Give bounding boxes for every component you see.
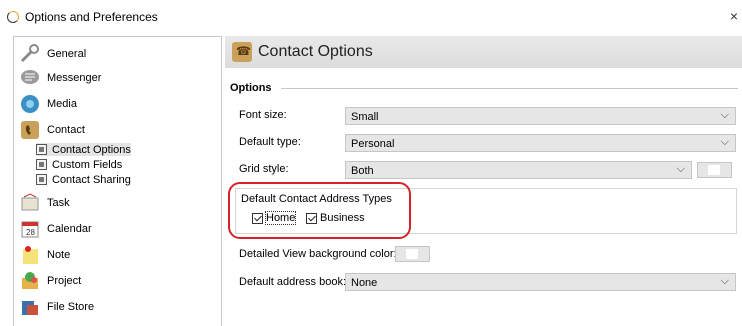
sidebar-item-note[interactable]: Note bbox=[19, 244, 70, 266]
sidebar-item-messenger[interactable]: Messenger bbox=[19, 67, 101, 89]
wrench-icon bbox=[19, 43, 41, 65]
font-size-label: Font size: bbox=[239, 109, 287, 121]
window-title: Options and Preferences bbox=[25, 10, 158, 24]
sidebar-item-label: General bbox=[47, 48, 87, 60]
default-address-book-value: None bbox=[351, 277, 378, 289]
svg-text:28: 28 bbox=[26, 228, 35, 237]
media-icon bbox=[19, 93, 41, 115]
sidebar-item-label: Messenger bbox=[47, 72, 102, 84]
fields-icon bbox=[36, 159, 47, 170]
phone-book-icon bbox=[19, 119, 41, 141]
project-icon bbox=[19, 270, 41, 292]
chevron-down-icon: ⌵ bbox=[720, 275, 729, 287]
sidebar-subitem-contact-options[interactable]: Contact Options bbox=[36, 143, 131, 156]
sidebar-item-media[interactable]: Media bbox=[19, 93, 77, 115]
sidebar-item-contact[interactable]: Contact bbox=[19, 119, 85, 141]
color-swatch bbox=[708, 165, 720, 175]
chevron-down-icon: ⌵ bbox=[720, 109, 729, 121]
sidebar-subitem-custom-fields[interactable]: Custom Fields bbox=[36, 158, 122, 171]
sidebar-subitem-label: Contact Sharing bbox=[52, 173, 131, 186]
detailed-bg-color-picker[interactable] bbox=[395, 246, 430, 262]
default-type-select[interactable]: Personal ⌵ bbox=[345, 134, 736, 152]
default-address-book-label: Default address book: bbox=[239, 276, 347, 288]
sidebar-subitem-label: Contact Options bbox=[52, 143, 131, 156]
sidebar-item-label: Task bbox=[47, 197, 70, 209]
sidebar-item-file-store[interactable]: File Store bbox=[19, 296, 94, 318]
close-button[interactable]: × bbox=[730, 8, 738, 24]
grid-style-label: Grid style: bbox=[239, 163, 289, 175]
options-icon bbox=[36, 144, 47, 155]
default-type-value: Personal bbox=[351, 138, 395, 150]
panel-header: Contact Options bbox=[225, 36, 742, 68]
app-icon bbox=[7, 11, 19, 23]
default-address-book-select[interactable]: None ⌵ bbox=[345, 273, 736, 291]
default-type-label: Default type: bbox=[239, 136, 301, 148]
sidebar: General Messenger Media Contact Contact … bbox=[13, 36, 222, 326]
task-icon bbox=[19, 192, 41, 214]
grid-color-picker[interactable] bbox=[697, 162, 732, 178]
detailed-bg-label: Detailed View background color: bbox=[239, 248, 397, 260]
title-bar: Options and Preferences × bbox=[0, 0, 742, 34]
note-icon bbox=[19, 244, 41, 266]
calendar-icon: 28 bbox=[19, 218, 41, 240]
sidebar-item-calendar[interactable]: 28 Calendar bbox=[19, 218, 92, 240]
sidebar-item-general[interactable]: General bbox=[19, 43, 86, 65]
contact-book-icon bbox=[232, 42, 252, 62]
sidebar-item-label: Media bbox=[47, 98, 77, 110]
sidebar-subitem-contact-sharing[interactable]: Contact Sharing bbox=[36, 173, 131, 186]
speech-bubble-icon bbox=[19, 67, 41, 89]
font-size-select[interactable]: Small ⌵ bbox=[345, 107, 736, 125]
grid-style-value: Both bbox=[351, 165, 374, 177]
sharing-icon bbox=[36, 174, 47, 185]
font-size-value: Small bbox=[351, 111, 379, 123]
sidebar-item-project[interactable]: Project bbox=[19, 270, 81, 292]
sidebar-item-label: Note bbox=[47, 249, 71, 261]
options-section-label: Options bbox=[230, 82, 272, 94]
file-store-icon bbox=[19, 296, 41, 318]
sidebar-item-label: Project bbox=[47, 275, 82, 287]
chevron-down-icon: ⌵ bbox=[720, 136, 729, 148]
contact-options-panel: Contact Options Options Font size: Small… bbox=[225, 36, 742, 325]
grid-style-select[interactable]: Both ⌵ bbox=[345, 161, 692, 179]
sidebar-item-task[interactable]: Task bbox=[19, 192, 70, 214]
color-swatch bbox=[406, 249, 418, 259]
panel-title: Contact Options bbox=[258, 43, 373, 60]
sidebar-subitem-label: Custom Fields bbox=[52, 158, 123, 171]
sidebar-item-label: Calendar bbox=[47, 223, 92, 235]
annotation-highlight bbox=[228, 182, 411, 239]
section-divider bbox=[281, 88, 738, 89]
chevron-down-icon: ⌵ bbox=[676, 163, 685, 175]
sidebar-item-label: File Store bbox=[47, 301, 95, 313]
sidebar-item-label: Contact bbox=[47, 124, 85, 136]
